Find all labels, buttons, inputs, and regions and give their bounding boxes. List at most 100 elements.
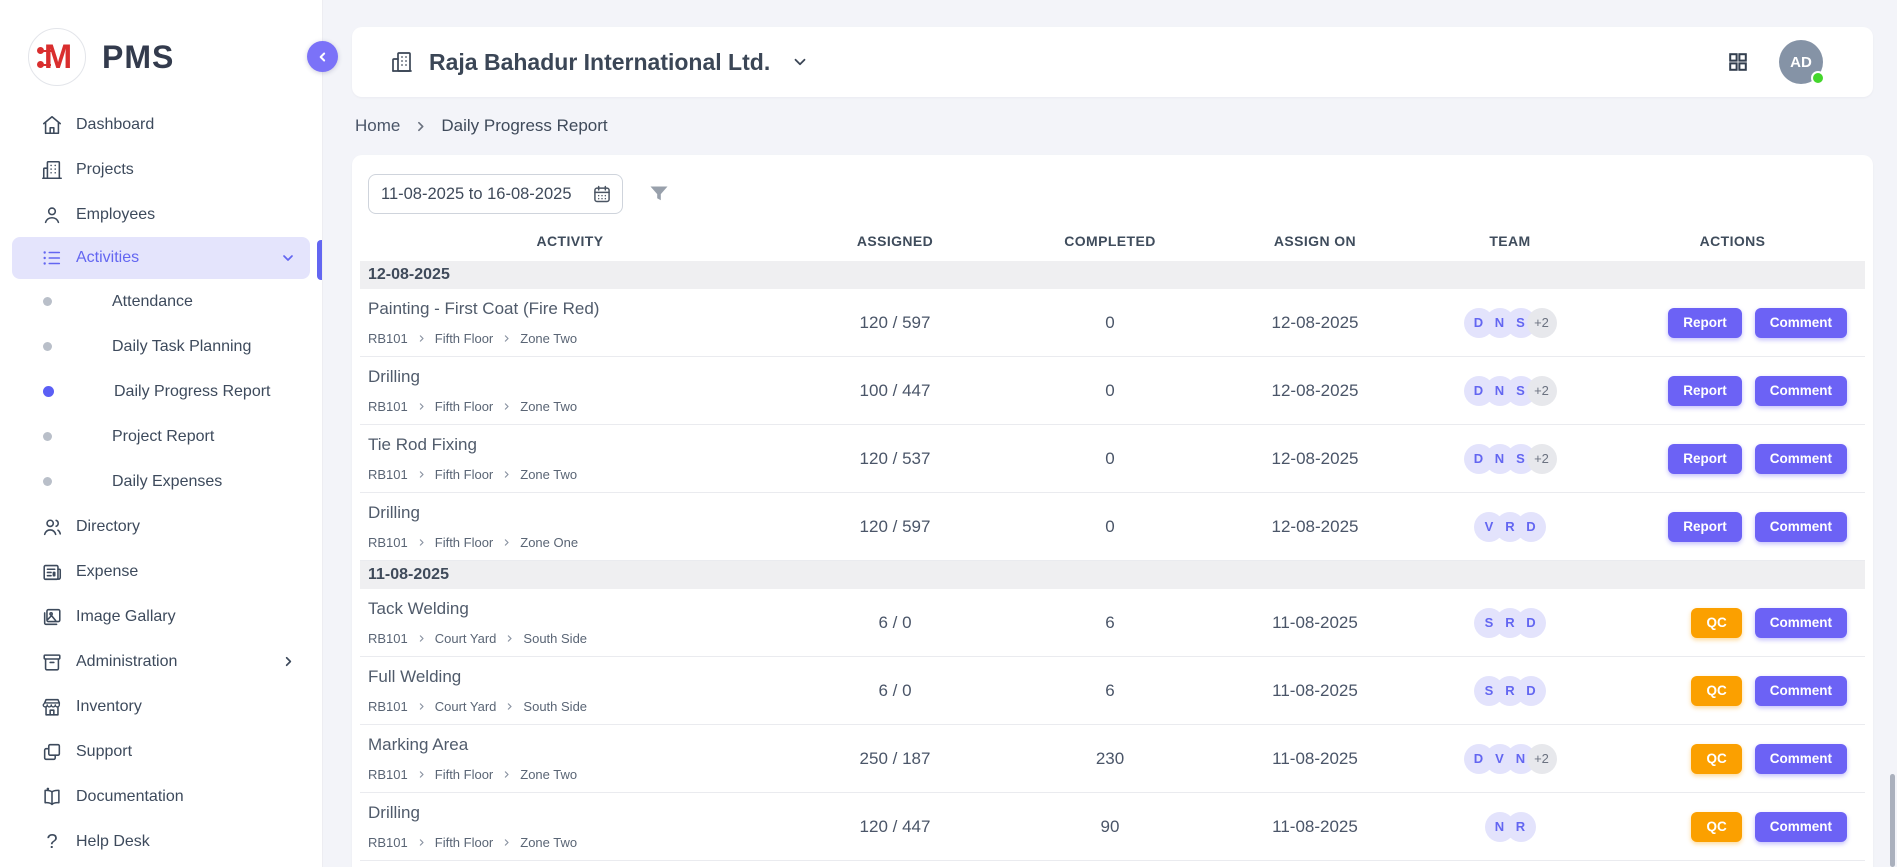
chevron-right-icon [505, 634, 514, 643]
team-avatar[interactable]: D [1516, 512, 1546, 542]
sidebar-item-support[interactable]: Support [0, 729, 322, 774]
path-segment: Zone Two [520, 331, 577, 346]
path-segment: RB101 [368, 835, 408, 850]
team-cell: DNS+2 [1420, 308, 1600, 338]
chevron-right-icon [502, 538, 511, 547]
activity-row: Tack WeldingRB101Court YardSouth Side6 /… [360, 589, 1865, 657]
sidebar-item-directory[interactable]: Directory [0, 504, 322, 549]
path-segment: RB101 [368, 535, 408, 550]
actions-cell: QC Comment [1600, 744, 1865, 774]
report-button[interactable]: Report [1668, 376, 1742, 406]
assign-on-date: 12-08-2025 [1210, 381, 1420, 401]
date-range-input[interactable] [368, 174, 623, 214]
sidebar-item-help-desk[interactable]: ?Help Desk [0, 819, 322, 864]
activity-row: DrillingRB101Fifth FloorZone Two100 / 44… [360, 357, 1865, 425]
building-icon [41, 159, 63, 181]
store-icon [41, 696, 63, 718]
completed-value: 0 [1010, 449, 1210, 469]
sidebar-item-activities[interactable]: Activities [12, 237, 310, 279]
sidebar-item-documentation[interactable]: Documentation [0, 774, 322, 819]
sidebar-item-expense[interactable]: Expense [0, 549, 322, 594]
qc-button[interactable]: QC [1691, 676, 1741, 706]
sidebar-subitem-daily-progress-report[interactable]: Daily Progress Report [0, 369, 322, 414]
comment-button[interactable]: Comment [1755, 376, 1847, 406]
sidebar-item-dashboard[interactable]: Dashboard [0, 102, 322, 147]
image-icon [41, 606, 63, 628]
column-header-completed: COMPLETED [1010, 233, 1210, 249]
activity-row: Full WeldingRB101Court YardSouth Side6 /… [360, 657, 1865, 725]
activity-location-path: RB101Fifth FloorZone Two [368, 399, 780, 414]
qc-button[interactable]: QC [1691, 812, 1741, 842]
comment-button[interactable]: Comment [1755, 512, 1847, 542]
comment-button[interactable]: Comment [1755, 608, 1847, 638]
activity-name: Full Welding [368, 667, 780, 687]
comment-button[interactable]: Comment [1755, 676, 1847, 706]
user-icon [41, 204, 63, 226]
activity-cell: Tack WeldingRB101Court YardSouth Side [360, 589, 780, 656]
team-more-badge[interactable]: +2 [1527, 444, 1557, 474]
sidebar-subitem-attendance[interactable]: Attendance [0, 279, 322, 324]
assigned-value: 6 / 0 [780, 613, 1010, 633]
team-cell: DVN+2 [1420, 744, 1600, 774]
path-segment: South Side [523, 631, 587, 646]
filter-funnel-icon[interactable] [647, 182, 671, 206]
chevron-right-icon [502, 402, 511, 411]
path-segment: Court Yard [435, 699, 497, 714]
team-more-badge[interactable]: +2 [1527, 744, 1557, 774]
team-cell: SRD [1420, 676, 1600, 706]
activity-location-path: RB101Court YardSouth Side [368, 631, 780, 646]
qc-button[interactable]: QC [1691, 744, 1741, 774]
sidebar-item-employees[interactable]: Employees [0, 192, 322, 237]
online-status-dot [1811, 71, 1825, 85]
company-selector[interactable]: Raja Bahadur International Ltd. [390, 49, 809, 76]
path-segment: Fifth Floor [435, 331, 494, 346]
comment-button[interactable]: Comment [1755, 308, 1847, 338]
qc-button[interactable]: QC [1691, 608, 1741, 638]
comment-button[interactable]: Comment [1755, 444, 1847, 474]
sidebar-item-inventory[interactable]: Inventory [0, 684, 322, 729]
sidebar-subitem-project-report[interactable]: Project Report [0, 414, 322, 459]
breadcrumb-home[interactable]: Home [355, 116, 400, 136]
bullet-dot-icon [43, 432, 52, 441]
apps-grid-icon[interactable] [1727, 51, 1749, 73]
report-button[interactable]: Report [1668, 512, 1742, 542]
activity-location-path: RB101Fifth FloorZone Two [368, 467, 780, 482]
team-avatar[interactable]: D [1516, 676, 1546, 706]
team-more-badge[interactable]: +2 [1527, 308, 1557, 338]
sidebar-item-label: Support [76, 743, 132, 761]
path-segment: Fifth Floor [435, 535, 494, 550]
comment-button[interactable]: Comment [1755, 744, 1847, 774]
team-more-badge[interactable]: +2 [1527, 376, 1557, 406]
path-segment: Zone Two [520, 767, 577, 782]
bullet-dot-icon [43, 386, 54, 397]
activity-row: DrillingRB101Fifth FloorZone One120 / 59… [360, 493, 1865, 561]
path-segment: Zone One [520, 535, 578, 550]
comment-button[interactable]: Comment [1755, 812, 1847, 842]
app-logo[interactable]: M PMS [0, 0, 322, 92]
actions-cell: Report Comment [1600, 512, 1865, 542]
actions-cell: Report Comment [1600, 308, 1865, 338]
user-avatar[interactable]: AD [1779, 40, 1823, 84]
path-segment: Fifth Floor [435, 767, 494, 782]
team-avatar[interactable]: R [1506, 812, 1536, 842]
sidebar-item-label: Dashboard [76, 116, 154, 134]
date-group-row: 11-08-2025 [360, 561, 1865, 589]
sidebar-collapse-button[interactable] [307, 41, 338, 72]
copy-icon [41, 741, 63, 763]
sidebar-item-projects[interactable]: Projects [0, 147, 322, 192]
news-icon [41, 561, 63, 583]
sidebar-subitem-daily-expenses[interactable]: Daily Expenses [0, 459, 322, 504]
report-button[interactable]: Report [1668, 444, 1742, 474]
sidebar-item-administration[interactable]: Administration [0, 639, 322, 684]
sidebar-subitem-daily-task-planning[interactable]: Daily Task Planning [0, 324, 322, 369]
sidebar: M PMS Dashboard ProjectsEmployees Activiti… [0, 0, 323, 867]
report-button[interactable]: Report [1668, 308, 1742, 338]
path-segment: RB101 [368, 467, 408, 482]
scrollbar-thumb[interactable] [1890, 774, 1895, 867]
sidebar-subitem-label: Attendance [112, 293, 193, 311]
assigned-value: 250 / 187 [780, 749, 1010, 769]
sidebar-item-label: Activities [76, 249, 139, 267]
activity-name: Drilling [368, 503, 780, 523]
sidebar-item-image-gallary[interactable]: Image Gallary [0, 594, 322, 639]
team-avatar[interactable]: D [1516, 608, 1546, 638]
